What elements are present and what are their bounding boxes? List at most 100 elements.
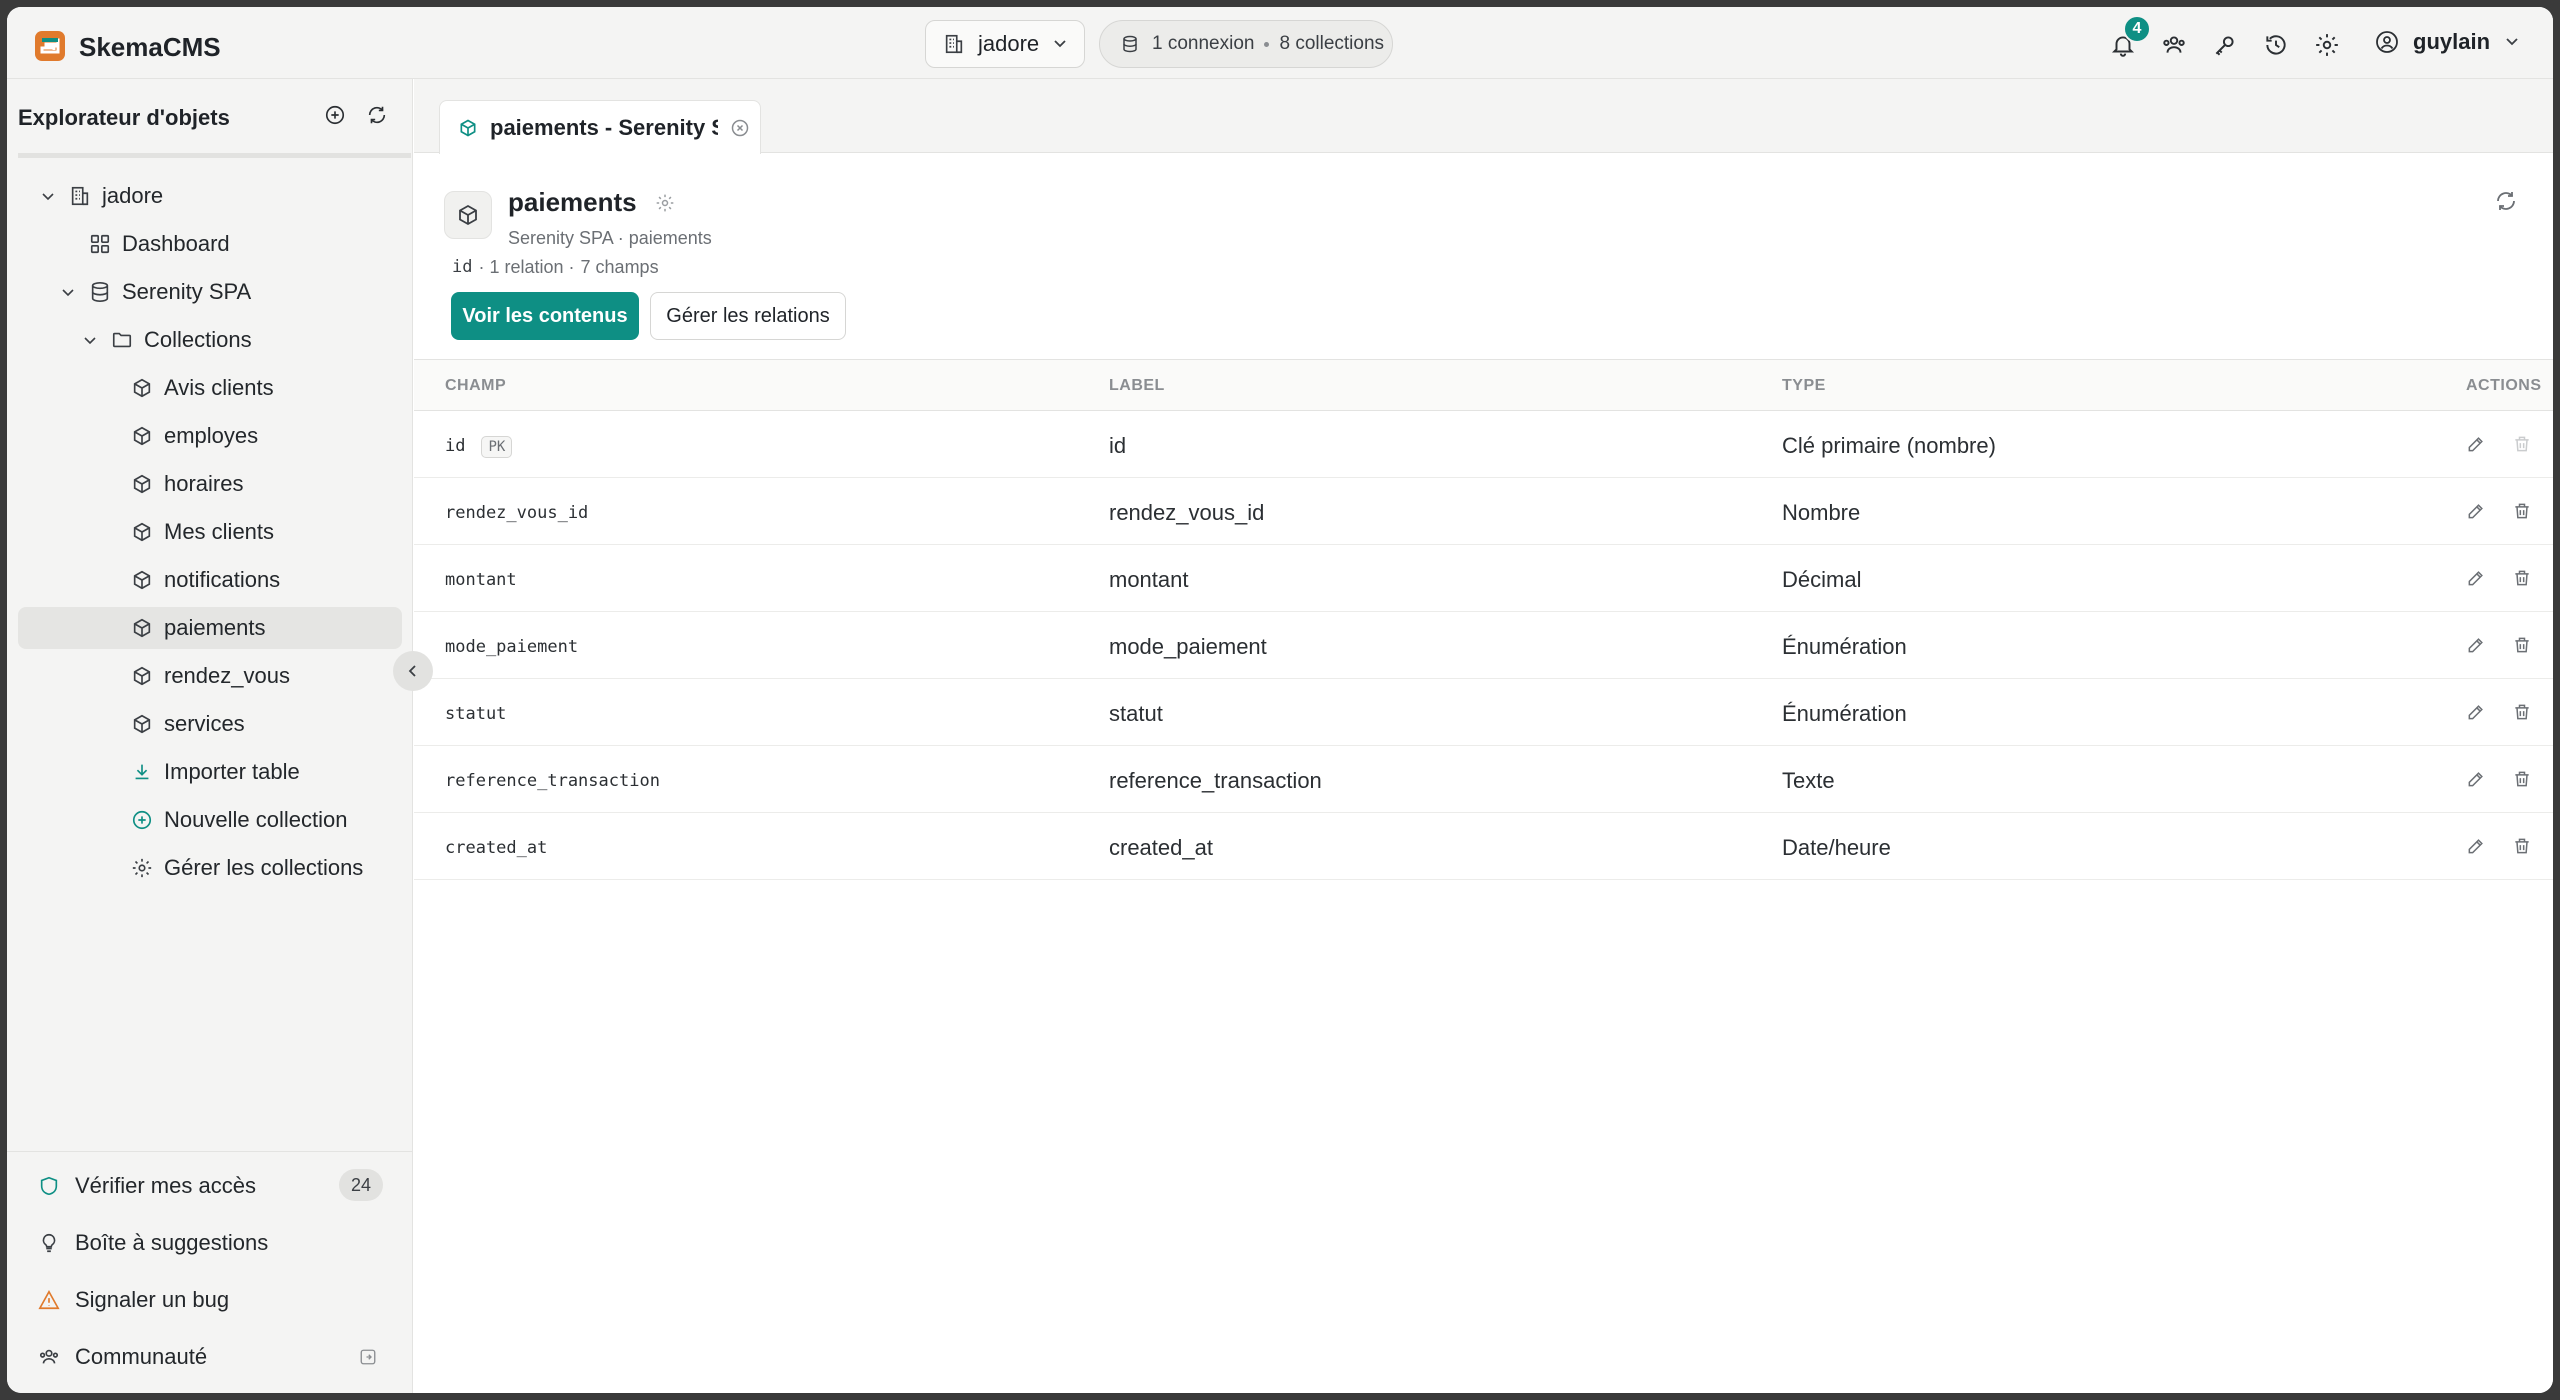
collapse-sidebar-button[interactable] bbox=[393, 651, 433, 691]
field-label: statut bbox=[1109, 701, 1163, 726]
community-link[interactable]: Communauté bbox=[7, 1337, 413, 1377]
workspace-name: jadore bbox=[978, 31, 1040, 56]
tree-item-collection[interactable]: Avis clients bbox=[18, 367, 402, 409]
tab-paiements[interactable]: paiements - Serenity SPA bbox=[439, 100, 761, 154]
trash-icon[interactable] bbox=[2510, 700, 2534, 724]
table-row[interactable]: reference_transaction reference_transact… bbox=[414, 746, 2553, 813]
tab-label: paiements - Serenity SPA bbox=[490, 114, 718, 140]
users-icon[interactable] bbox=[2158, 29, 2189, 60]
close-icon[interactable] bbox=[728, 116, 752, 140]
settings-icon bbox=[130, 856, 154, 880]
tree-label: Mes clients bbox=[164, 519, 275, 544]
tree-label: Dashboard bbox=[122, 231, 230, 256]
object-explorer-sidebar: Explorateur d'objets jadore Dashboard Se… bbox=[7, 79, 413, 1393]
edit-icon[interactable] bbox=[2464, 432, 2488, 456]
collection-meta: id · 1 relation · 7 champs bbox=[452, 257, 659, 278]
chevron-down-icon[interactable] bbox=[58, 284, 78, 300]
tree-item-import-table[interactable]: Importer table bbox=[18, 751, 402, 793]
cube-icon bbox=[456, 116, 480, 140]
main-panel: paiements - Serenity SPA paiements Seren… bbox=[414, 79, 2553, 1393]
tree-label: Avis clients bbox=[164, 375, 274, 400]
refresh-icon[interactable] bbox=[2494, 189, 2518, 213]
trash-icon[interactable] bbox=[2510, 566, 2534, 590]
database-icon bbox=[1118, 32, 1142, 56]
settings-icon[interactable] bbox=[2311, 29, 2342, 60]
add-circle-icon[interactable] bbox=[323, 103, 347, 127]
tree-label: jadore bbox=[102, 183, 164, 208]
settings-icon[interactable] bbox=[653, 191, 677, 215]
manage-relations-button[interactable]: Gérer les relations bbox=[650, 292, 846, 340]
field-name: rendez_vous_id bbox=[445, 503, 589, 523]
cube-icon bbox=[130, 376, 154, 400]
tree-item-collection[interactable]: employes bbox=[18, 415, 402, 457]
check-access-link[interactable]: Vérifier mes accès 24 bbox=[7, 1166, 413, 1206]
sidebar-divider bbox=[18, 153, 411, 158]
tree-item-collection[interactable]: Mes clients bbox=[18, 511, 402, 553]
tree-item-database[interactable]: Serenity SPA bbox=[18, 271, 402, 313]
chevron-down-icon bbox=[1052, 31, 1068, 57]
workspace-select[interactable]: jadore bbox=[925, 20, 1085, 68]
app-logo-icon[interactable] bbox=[33, 29, 67, 63]
download-icon bbox=[130, 760, 154, 784]
meta-primary-key: id bbox=[452, 257, 473, 277]
table-row[interactable]: montant montant Décimal bbox=[414, 545, 2553, 612]
folder-icon bbox=[110, 328, 134, 352]
field-type: Date/heure bbox=[1782, 835, 1891, 860]
table-row[interactable]: id PK id Clé primaire (nombre) bbox=[414, 411, 2553, 478]
history-icon[interactable] bbox=[2260, 29, 2291, 60]
field-name: montant bbox=[445, 570, 517, 590]
key-icon[interactable] bbox=[2209, 29, 2240, 60]
tree-item-collection-active[interactable]: paiements bbox=[18, 607, 402, 649]
view-contents-button[interactable]: Voir les contenus bbox=[451, 292, 639, 340]
edit-icon[interactable] bbox=[2464, 700, 2488, 724]
report-bug-link[interactable]: Signaler un bug bbox=[7, 1280, 413, 1320]
header-label: LABEL bbox=[1109, 377, 1165, 394]
suggestions-link[interactable]: Boîte à suggestions bbox=[7, 1223, 413, 1263]
edit-icon[interactable] bbox=[2464, 834, 2488, 858]
tree-label: notifications bbox=[164, 567, 281, 592]
user-name: guylain bbox=[2413, 29, 2491, 54]
table-row[interactable]: statut statut Énumération bbox=[414, 679, 2553, 746]
tree-item-collection[interactable]: horaires bbox=[18, 463, 402, 505]
user-menu[interactable]: guylain bbox=[2375, 29, 2520, 55]
tree-item-collections-folder[interactable]: Collections bbox=[18, 319, 402, 361]
access-count-badge: 24 bbox=[339, 1169, 383, 1201]
table-row[interactable]: rendez_vous_id rendez_vous_id Nombre bbox=[414, 478, 2553, 545]
tree-item-workspace[interactable]: jadore bbox=[18, 175, 402, 217]
connection-status-pill[interactable]: 1 connexion 8 collections bbox=[1099, 20, 1393, 68]
trash-icon[interactable] bbox=[2510, 499, 2534, 523]
tree-item-new-collection[interactable]: Nouvelle collection bbox=[18, 799, 402, 841]
field-type: Énumération bbox=[1782, 634, 1907, 659]
edit-icon[interactable] bbox=[2464, 633, 2488, 657]
edit-icon[interactable] bbox=[2464, 767, 2488, 791]
tree-item-dashboard[interactable]: Dashboard bbox=[18, 223, 402, 265]
field-name: mode_paiement bbox=[445, 637, 579, 657]
table-row[interactable]: created_at created_at Date/heure bbox=[414, 813, 2553, 880]
top-bar: SkemaCMS jadore 1 connexion 8 collection… bbox=[7, 7, 2553, 79]
edit-icon[interactable] bbox=[2464, 566, 2488, 590]
tree-label: Nouvelle collection bbox=[164, 807, 348, 832]
tree-label: Collections bbox=[144, 327, 252, 352]
cube-icon bbox=[130, 520, 154, 544]
tree-label: Gérer les collections bbox=[164, 855, 364, 880]
grid-icon bbox=[88, 232, 112, 256]
trash-icon[interactable] bbox=[2510, 834, 2534, 858]
bell-icon[interactable]: 4 bbox=[2107, 15, 2151, 60]
chevron-down-icon[interactable] bbox=[38, 188, 58, 204]
field-label: id bbox=[1109, 433, 1127, 458]
add-circle-icon bbox=[130, 808, 154, 832]
trash-icon[interactable] bbox=[2510, 633, 2534, 657]
edit-icon[interactable] bbox=[2464, 499, 2488, 523]
chevron-down-icon[interactable] bbox=[80, 332, 100, 348]
table-row[interactable]: mode_paiement mode_paiement Énumération bbox=[414, 612, 2553, 679]
trash-icon[interactable] bbox=[2510, 767, 2534, 791]
page-title: paiements bbox=[508, 187, 637, 217]
header-type: TYPE bbox=[1782, 377, 1826, 394]
tree-item-manage-collections[interactable]: Gérer les collections bbox=[18, 847, 402, 889]
link-label: Vérifier mes accès bbox=[75, 1173, 256, 1198]
tree-item-collection[interactable]: notifications bbox=[18, 559, 402, 601]
field-name: reference_transaction bbox=[445, 771, 660, 791]
tree-item-collection[interactable]: services bbox=[18, 703, 402, 745]
tree-item-collection[interactable]: rendez_vous bbox=[18, 655, 402, 697]
refresh-icon[interactable] bbox=[365, 103, 389, 127]
